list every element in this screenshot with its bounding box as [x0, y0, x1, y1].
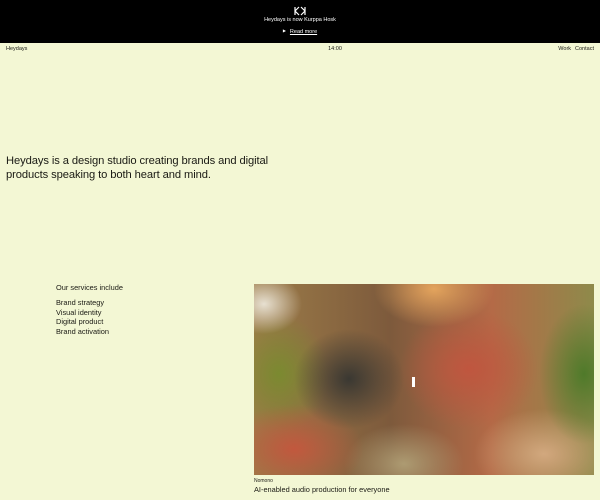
triangle-right-icon: ▶ — [282, 28, 286, 33]
hero-statement: Heydays is a design studio creating bran… — [6, 155, 269, 181]
featured-case-image[interactable] — [254, 284, 594, 475]
service-item-brand-strategy: Brand strategy — [56, 298, 105, 308]
featured-case-description[interactable]: AI-enabled audio production for everyone — [254, 485, 390, 494]
service-item-visual-identity: Visual identity — [56, 307, 102, 317]
top-nav: Heydays 14:00 Work Contact — [0, 45, 600, 55]
read-more-label[interactable]: Read more — [290, 29, 317, 35]
announcement-banner: Heydays is now Kurppa Hosk ▶ Read more — [0, 0, 600, 43]
heydays-monogram-icon — [294, 6, 306, 16]
read-more-link[interactable]: ▶ Read more — [0, 27, 600, 36]
announcement-text: Heydays is now Kurppa Hosk — [264, 17, 336, 23]
nav-links: Work Contact — [554, 45, 594, 53]
service-item-digital-product: Digital product — [56, 317, 104, 327]
text-cursor-icon — [412, 377, 415, 387]
nav-link-contact[interactable]: Contact — [575, 46, 594, 52]
services-list: Brand strategy Visual identity Digital p… — [56, 298, 236, 336]
services-section: Our services include Brand strategy Visu… — [56, 283, 236, 336]
services-heading: Our services include — [56, 283, 123, 292]
featured-case-client[interactable]: Nomono — [254, 478, 273, 484]
clock: 14:00 — [328, 46, 342, 52]
nav-link-work[interactable]: Work — [558, 46, 571, 52]
service-item-brand-activation: Brand activation — [56, 326, 109, 336]
